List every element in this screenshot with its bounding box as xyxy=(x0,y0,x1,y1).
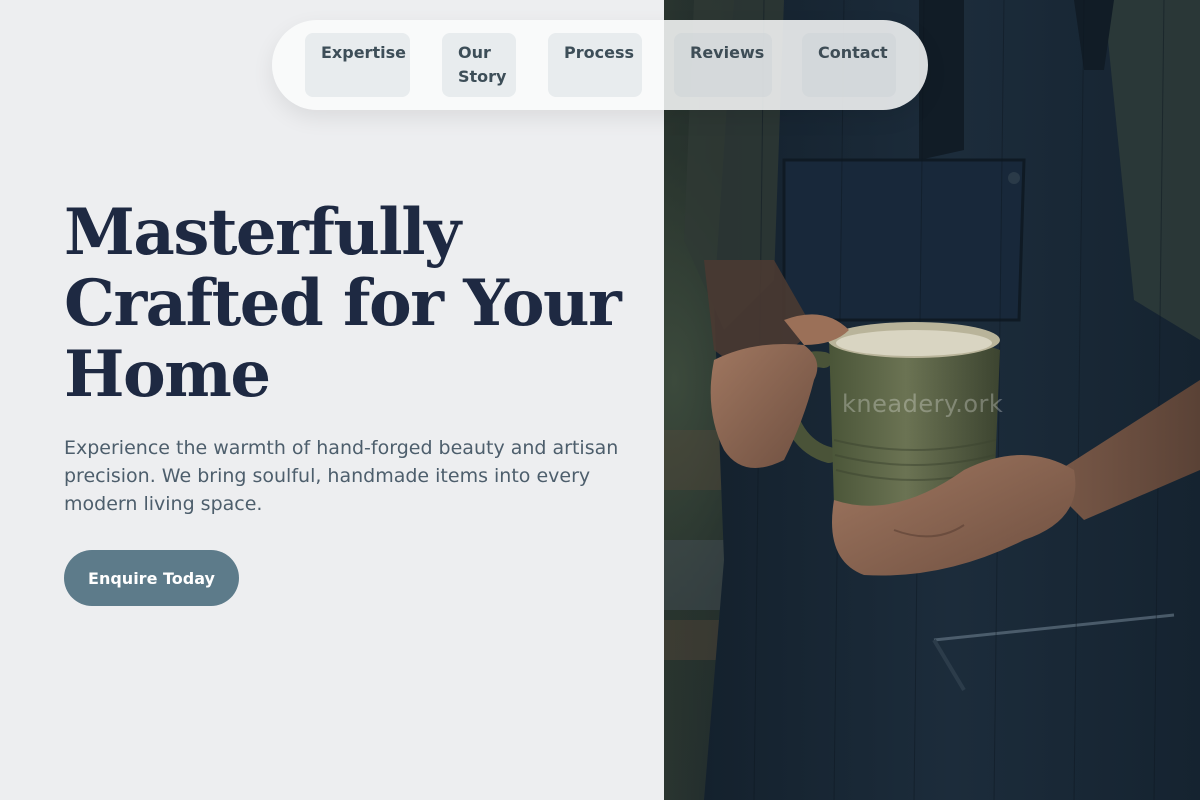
main-nav: Expertise Our Story Process Reviews Cont… xyxy=(272,20,928,110)
hero-headline: Masterfully Crafted for Your Home xyxy=(64,195,622,412)
enquire-today-button[interactable]: Enquire Today xyxy=(64,550,239,606)
nav-item-reviews[interactable]: Reviews xyxy=(674,33,772,97)
nav-item-contact[interactable]: Contact xyxy=(802,33,896,97)
nav-item-expertise[interactable]: Expertise xyxy=(305,33,410,97)
nav-item-process[interactable]: Process xyxy=(548,33,642,97)
image-watermark: kneadery.ork xyxy=(842,390,1004,418)
hero-subtext: Experience the warmth of hand-forged bea… xyxy=(64,437,619,515)
nav-item-our-story[interactable]: Our Story xyxy=(442,33,516,97)
